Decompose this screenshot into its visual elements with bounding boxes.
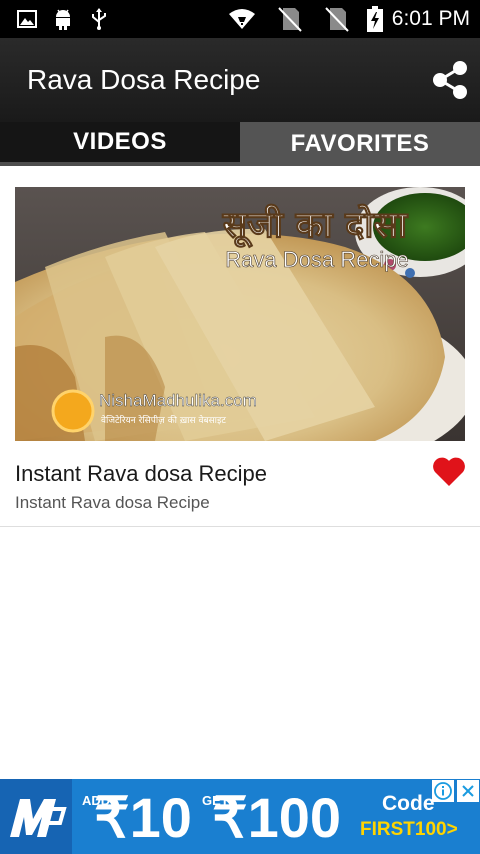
status-bar: 6:01 PM bbox=[0, 0, 480, 38]
video-subtitle: Instant Rava dosa Recipe bbox=[15, 493, 210, 512]
ad-code-value: FIRST100> bbox=[360, 819, 458, 840]
list-item[interactable]: सूजी का दोसा Rava Dosa Recipe NishaMadhu… bbox=[0, 166, 480, 527]
info-icon[interactable] bbox=[432, 780, 454, 802]
app-bar: Rava Dosa Recipe bbox=[0, 38, 480, 122]
video-title[interactable]: Instant Rava dosa Recipe bbox=[15, 460, 267, 488]
no-sim-icon bbox=[323, 7, 351, 32]
thumbnail-hindi-title: सूजी का दोसा bbox=[222, 204, 409, 248]
page-title: Rava Dosa Recipe bbox=[27, 64, 261, 95]
no-sim-icon bbox=[276, 7, 304, 32]
status-time: 6:01 PM bbox=[391, 7, 470, 30]
battery-charging-icon bbox=[366, 6, 384, 32]
thumbnail-watermark-sub: वेजिटेरियन रेसिपीज़ की ख़ास वेबसाइट bbox=[101, 414, 226, 426]
tab-bar: VIDEOS FAVORITES bbox=[0, 122, 480, 166]
tab-favorites[interactable]: FAVORITES bbox=[240, 122, 480, 166]
mobikwik-logo-icon bbox=[0, 779, 72, 854]
video-thumbnail[interactable]: सूजी का दोसा Rava Dosa Recipe NishaMadhu… bbox=[15, 187, 465, 441]
share-icon[interactable] bbox=[431, 60, 469, 100]
heart-icon[interactable] bbox=[432, 455, 466, 487]
image-icon bbox=[17, 8, 37, 30]
thumbnail-watermark: NishaMadhulika.com bbox=[99, 391, 257, 410]
ad-get-amount: ₹100 bbox=[212, 786, 342, 849]
usb-icon bbox=[89, 8, 109, 30]
android-icon bbox=[53, 8, 73, 30]
ad-code-label: Code bbox=[382, 792, 435, 815]
wifi-icon bbox=[228, 8, 256, 30]
ad-banner[interactable]: ADD ₹10 GET ₹100 Code FIRST100> bbox=[0, 779, 480, 854]
tab-videos[interactable]: VIDEOS bbox=[0, 122, 240, 166]
close-icon[interactable] bbox=[457, 780, 479, 802]
ad-add-amount: ₹10 bbox=[94, 786, 192, 849]
thumbnail-overlay-title: Rava Dosa Recipe bbox=[225, 247, 408, 272]
